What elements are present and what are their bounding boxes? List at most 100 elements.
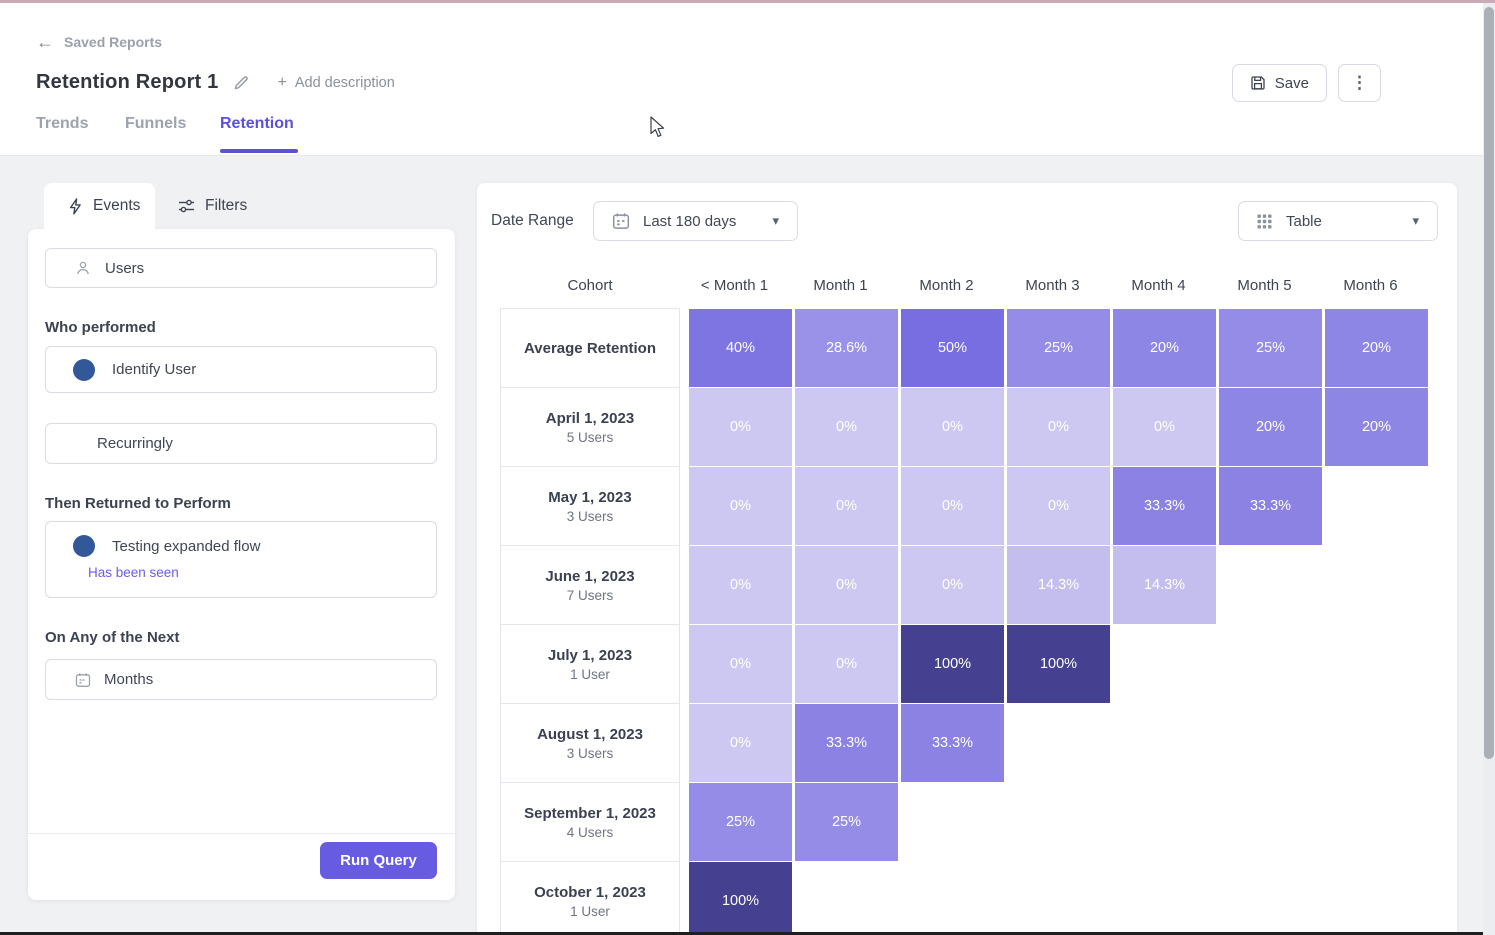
retention-cell[interactable]: 0% [689,546,792,624]
column-header: Month 2 [895,268,998,302]
retention-cell[interactable]: 33.3% [1219,467,1322,545]
retention-cell[interactable]: 100% [689,862,792,935]
retention-cell[interactable]: 0% [901,388,1004,466]
has-been-seen-link[interactable]: Has been seen [88,565,179,580]
calendar-icon [75,672,91,688]
retention-cell[interactable]: 33.3% [1113,467,1216,545]
run-query-button[interactable]: Run Query [320,842,437,879]
retention-table: Cohort< Month 1Month 1Month 2Month 3Mont… [500,268,1428,935]
retention-cell[interactable]: 20% [1325,309,1428,387]
retention-cell[interactable]: 14.3% [1113,546,1216,624]
retention-cell[interactable]: 0% [795,625,898,703]
retention-cell[interactable]: 28.6% [795,309,898,387]
app-header: ← Saved Reports Retention Report 1 + Add… [0,3,1483,156]
retention-cell[interactable]: 0% [795,467,898,545]
retention-cell[interactable]: 0% [689,704,792,782]
tab-events[interactable]: Events [44,183,155,229]
more-options-button[interactable]: ⋮ [1338,64,1381,102]
retention-table-header: Cohort< Month 1Month 1Month 2Month 3Mont… [500,268,1428,302]
save-icon [1250,75,1266,91]
date-range-dropdown[interactable]: Last 180 days ▾ [593,201,798,241]
cohort-cell: August 1, 20233 Users [500,703,680,783]
retention-cell[interactable]: 0% [795,388,898,466]
retention-cell[interactable]: 25% [795,783,898,861]
column-header: < Month 1 [683,268,786,302]
cohort-subtitle: 1 User [570,667,610,682]
months-selector-value: Months [104,671,153,688]
edit-title-button[interactable] [233,74,250,91]
retention-cell[interactable]: 0% [689,467,792,545]
breadcrumb-label[interactable]: Saved Reports [64,34,162,50]
cohort-cell: June 1, 20237 Users [500,545,680,625]
recurringly-selector[interactable]: Recurringly [45,423,437,464]
retention-cell[interactable]: 25% [1219,309,1322,387]
tab-filters[interactable]: Filters [160,183,264,229]
title-row: Retention Report 1 + Add description [36,71,395,94]
retention-cell[interactable]: 25% [1007,309,1110,387]
retention-cell[interactable]: 33.3% [901,704,1004,782]
cohort-title: June 1, 2023 [545,568,634,585]
tab-retention[interactable]: Retention [220,115,294,153]
months-selector[interactable]: Months [45,659,437,700]
retention-cell[interactable]: 0% [689,625,792,703]
save-button[interactable]: Save [1232,64,1327,102]
scrollbar-track[interactable] [1483,3,1495,935]
retention-cells: 0%0%0%0%33.3%33.3% [689,467,1322,546]
cohort-cell: October 1, 20231 User [500,861,680,935]
retention-cell[interactable]: 40% [689,309,792,387]
retention-cell[interactable]: 20% [1113,309,1216,387]
mouse-cursor [650,116,667,139]
tab-retention-label: Retention [220,115,294,132]
report-panel: Date Range Last 180 days ▾ Table ▾ Cohor… [477,183,1457,935]
report-type-tabs: Trends Funnels Retention [36,115,294,153]
add-description-button[interactable]: + Add description [278,75,395,91]
cohort-subtitle: 4 Users [567,825,614,840]
retention-cells: 0%33.3%33.3% [689,704,1004,783]
on-any-of-next-label: On Any of the Next [45,629,179,646]
table-row: Average Retention40%28.6%50%25%20%25%20% [500,309,1428,388]
retention-cell[interactable]: 0% [901,546,1004,624]
users-selector[interactable]: Users [45,248,437,288]
date-range-label: Date Range [491,212,574,230]
retention-cell[interactable]: 0% [901,467,1004,545]
chevron-down-icon: ▾ [1412,213,1419,229]
tab-funnels[interactable]: Funnels [125,115,220,153]
column-header: Month 1 [789,268,892,302]
retention-cell[interactable]: 14.3% [1007,546,1110,624]
retention-cell[interactable]: 33.3% [795,704,898,782]
retention-cell[interactable]: 100% [1007,625,1110,703]
retention-cell[interactable]: 0% [1007,388,1110,466]
retention-cell[interactable]: 20% [1325,388,1428,466]
pencil-icon [233,74,250,91]
view-selector-dropdown[interactable]: Table ▾ [1238,201,1438,241]
recurringly-value: Recurringly [97,435,173,452]
identify-user-event[interactable]: Identify User [45,346,437,393]
cohort-title: April 1, 2023 [546,410,634,427]
scrollbar-thumb[interactable] [1484,7,1494,759]
tab-trends[interactable]: Trends [36,115,125,153]
retention-cell[interactable]: 0% [795,546,898,624]
panel-divider [28,833,455,834]
tab-events-label: Events [93,197,140,215]
retention-cell[interactable]: 0% [1007,467,1110,545]
event-dot-icon [73,535,95,557]
active-tab-underline [220,149,298,153]
retention-cell[interactable]: 100% [901,625,1004,703]
retention-cell[interactable]: 25% [689,783,792,861]
tab-trends-label: Trends [36,115,88,132]
breadcrumb[interactable]: ← Saved Reports [36,33,162,51]
retention-cell[interactable]: 50% [901,309,1004,387]
back-arrow-icon[interactable]: ← [36,33,54,51]
retention-cell[interactable]: 20% [1219,388,1322,466]
date-range-value: Last 180 days [643,213,736,230]
tab-filters-label: Filters [205,197,247,215]
retention-cells: 40%28.6%50%25%20%25%20% [689,309,1428,388]
return-event-card[interactable]: Testing expanded flow Has been seen [45,521,437,598]
kebab-icon: ⋮ [1351,73,1368,93]
chevron-down-icon: ▾ [772,213,779,229]
retention-cell[interactable]: 0% [689,388,792,466]
table-row: April 1, 20235 Users0%0%0%0%0%20%20% [500,388,1428,467]
retention-cell[interactable]: 0% [1113,388,1216,466]
identify-user-label: Identify User [112,361,196,378]
table-row: July 1, 20231 User0%0%100%100% [500,625,1428,704]
